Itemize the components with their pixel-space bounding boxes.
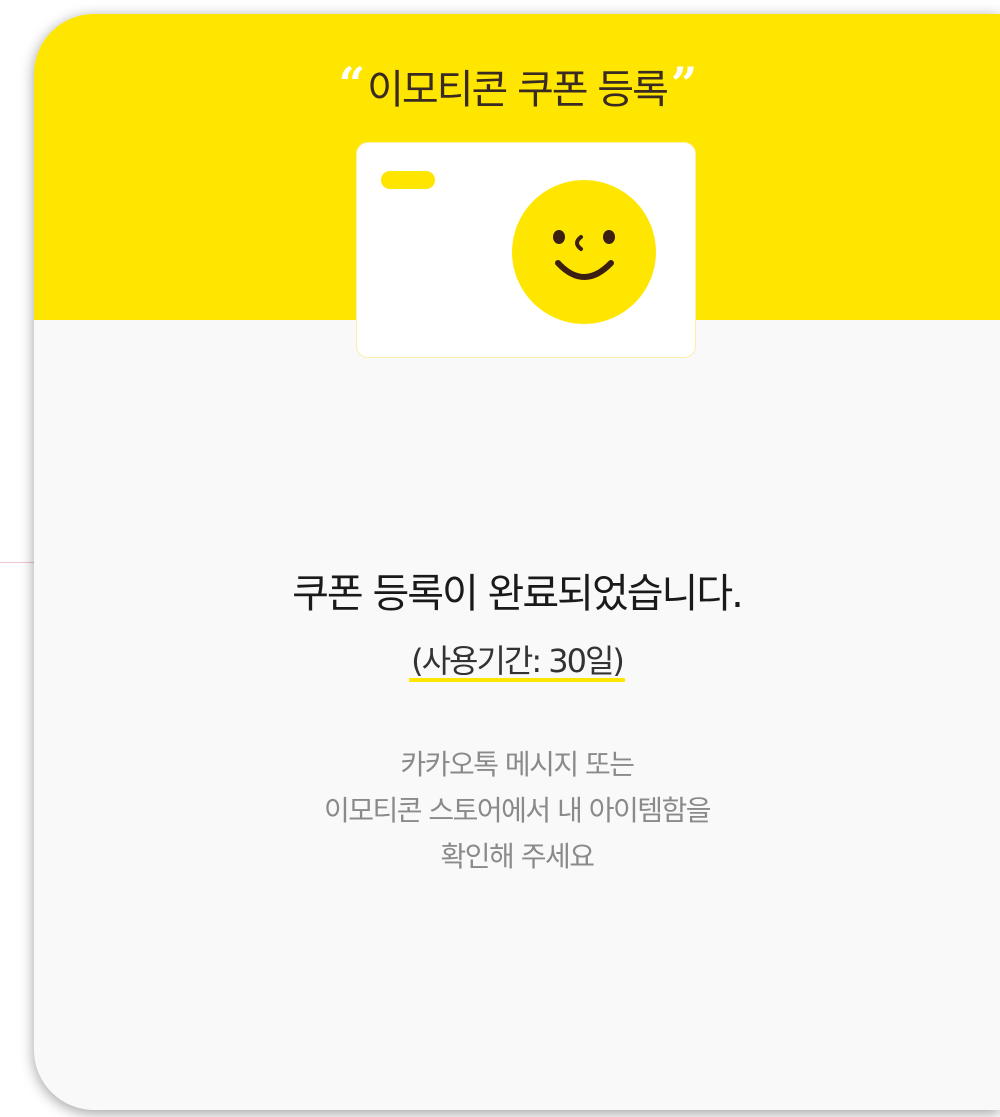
smiley-face-icon	[512, 180, 656, 324]
coupon-illustration	[356, 142, 696, 358]
open-quote-icon: “	[338, 57, 366, 111]
title-text: 이모티콘 쿠폰 등록	[367, 67, 669, 113]
instruction-line: 카카오톡 메시지 또는	[400, 748, 635, 781]
coupon-result-card: “이모티콘 쿠폰 등록” 쿠폰 등록이 완료되었습니다. (사용기간: 30일)…	[34, 14, 1000, 1110]
instruction-line: 확인해 주세요	[440, 840, 595, 873]
page: “이모티콘 쿠폰 등록” 쿠폰 등록이 완료되었습니다. (사용기간: 30일)…	[0, 0, 1000, 1117]
coupon-tab-shape	[381, 171, 435, 189]
completion-message: 쿠폰 등록이 완료되었습니다.	[292, 571, 744, 617]
usage-period-wrapper: (사용기간: 30일)	[34, 642, 1000, 684]
usage-period: (사용기간: 30일)	[409, 642, 625, 684]
instruction-line: 이모티콘 스토어에서 내 아이템함을	[323, 794, 712, 827]
page-title: “이모티콘 쿠폰 등록”	[34, 60, 1000, 114]
instruction-text: 카카오톡 메시지 또는 이모티콘 스토어에서 내 아이템함을 확인해 주세요	[34, 742, 1000, 880]
close-quote-icon: ”	[670, 57, 698, 111]
